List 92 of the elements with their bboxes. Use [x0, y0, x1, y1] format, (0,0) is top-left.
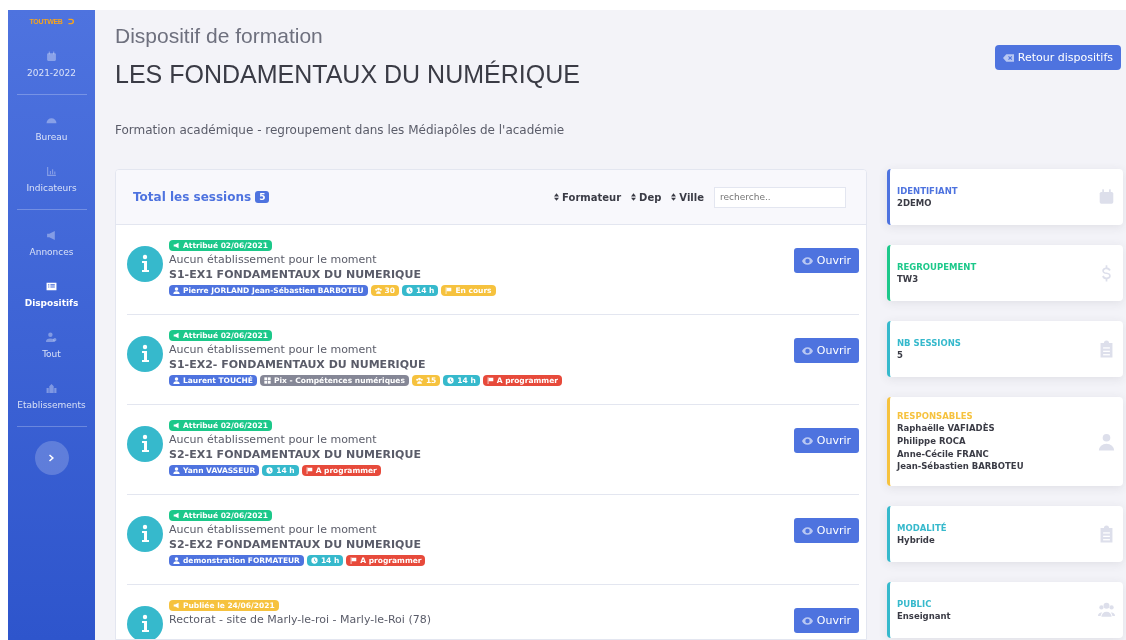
sort-icon — [671, 193, 677, 201]
search-field[interactable]: recherche.. — [714, 186, 846, 208]
session-place: Aucun établissement pour le moment — [169, 523, 378, 536]
bar-chart-icon — [46, 166, 57, 177]
open-button[interactable]: Ouvrir — [793, 428, 859, 453]
flag-icon — [305, 467, 313, 474]
eye-icon — [801, 616, 813, 625]
calendar-icon — [46, 51, 57, 62]
flag-icon — [486, 377, 494, 384]
eye-icon — [801, 526, 813, 535]
eye-icon — [801, 346, 813, 355]
sidebar-item[interactable]: Bureau — [35, 109, 68, 148]
list-icon — [46, 281, 57, 292]
flag-icon — [445, 287, 453, 294]
clipboard-icon — [1098, 340, 1115, 358]
card-value: Anne-Cécile FRANC — [897, 449, 990, 460]
person-icon — [1098, 432, 1115, 451]
card-value: Enseignant — [897, 611, 951, 622]
sidebar-item[interactable]: Indicateurs — [26, 160, 77, 199]
page-kicker: Dispositif de formation — [115, 24, 324, 48]
session-place: Rectorat - site de Marly-le-roi - Marly-le-Roi (78) — [169, 613, 432, 626]
count-badge: 5 — [255, 191, 270, 203]
card-value: Hybride — [897, 535, 936, 546]
user-icon — [173, 287, 180, 294]
sidebar-item[interactable]: 2021-2022 — [26, 45, 77, 84]
user-icon — [173, 467, 180, 474]
sidebar-item[interactable]: Etablissements — [17, 377, 86, 416]
card-label: RESPONSABLES — [897, 411, 974, 421]
megaphone-icon — [46, 230, 57, 241]
open-button[interactable]: Ouvrir — [793, 338, 859, 363]
users-icon — [374, 287, 382, 294]
card-value: Philippe ROCA — [897, 436, 967, 447]
card-label: IDENTIFIANT — [897, 185, 958, 196]
user-icon — [46, 332, 57, 343]
card-label: NB SESSIONS — [897, 337, 961, 348]
page-title: LES FONDAMENTAUX DU NUMÉRIQUE — [115, 60, 580, 89]
clock-icon — [310, 557, 318, 564]
open-button[interactable]: Ouvrir — [793, 248, 859, 273]
grid-icon — [264, 377, 271, 384]
page-subtitle: Formation académique - regroupement dans les Médiapôles de l'académie — [115, 123, 566, 137]
sort-button[interactable]: Dep — [631, 191, 662, 203]
card-value: 2DEMO — [897, 198, 933, 209]
card-label: MODALITÉ — [897, 522, 947, 533]
open-button[interactable]: Ouvrir — [793, 608, 859, 633]
card-label: REGROUPEMENT — [897, 261, 977, 272]
sidebar-item[interactable]: Tout — [42, 326, 61, 365]
card-label: PUBLIC — [897, 598, 933, 609]
collapse-button[interactable] — [34, 441, 69, 475]
card-value: Jean-Sébastien BARBOTEU — [897, 462, 1024, 473]
user-icon — [173, 377, 180, 384]
card-value: Raphaëlle VAFIADÈS — [897, 424, 996, 434]
sort-icon — [631, 193, 637, 201]
gauge-icon — [46, 115, 57, 126]
clipboard-icon — [1098, 525, 1115, 544]
sort-button[interactable]: Ville — [671, 191, 704, 203]
backspace-icon — [1002, 53, 1014, 62]
info-icon — [127, 336, 163, 372]
users-icon — [415, 377, 423, 384]
session-title: S2-EX1 FONDAMENTAUX DU NUMERIQUE — [169, 448, 422, 461]
panel-title: Total les sessions — [133, 190, 252, 204]
info-icon — [127, 246, 163, 282]
building-icon — [46, 383, 57, 394]
eye-icon — [801, 256, 813, 265]
megaphone-icon — [173, 602, 180, 609]
sidebar-item[interactable]: Annonces — [29, 224, 74, 263]
user-icon — [173, 557, 180, 564]
card-value: 5 — [897, 350, 904, 361]
back-button[interactable]: Retour dispositifs — [994, 45, 1121, 70]
sidebar-item[interactable]: Dispositifs — [24, 275, 79, 314]
calendar-icon — [1098, 188, 1115, 206]
session-title: S1-EX2- FONDAMENTAUX DU NUMERIQUE — [169, 358, 427, 371]
sort-button[interactable]: Formateur — [554, 191, 622, 203]
megaphone-icon — [173, 422, 180, 429]
flag-icon — [350, 557, 358, 564]
megaphone-icon — [173, 512, 180, 519]
info-icon — [127, 426, 163, 462]
megaphone-icon — [173, 332, 180, 339]
session-place: Aucun établissement pour le moment — [169, 253, 378, 266]
open-button[interactable]: Ouvrir — [793, 518, 859, 543]
session-place: Aucun établissement pour le moment — [169, 433, 378, 446]
card-value: TW3 — [897, 274, 920, 285]
users-icon — [1098, 601, 1115, 620]
clock-icon — [447, 377, 455, 384]
megaphone-icon — [173, 242, 180, 249]
session-place: Aucun établissement pour le moment — [169, 343, 378, 356]
clock-icon — [406, 287, 413, 294]
session-title: S2-EX2 FONDAMENTAUX DU NUMERIQUE — [169, 538, 422, 551]
info-icon — [127, 516, 163, 552]
clock-icon — [266, 467, 274, 474]
session-title: S1-EX1 FONDAMENTAUX DU NUMERIQUE — [169, 268, 422, 281]
sort-icon — [554, 193, 560, 201]
eye-icon — [801, 436, 813, 445]
